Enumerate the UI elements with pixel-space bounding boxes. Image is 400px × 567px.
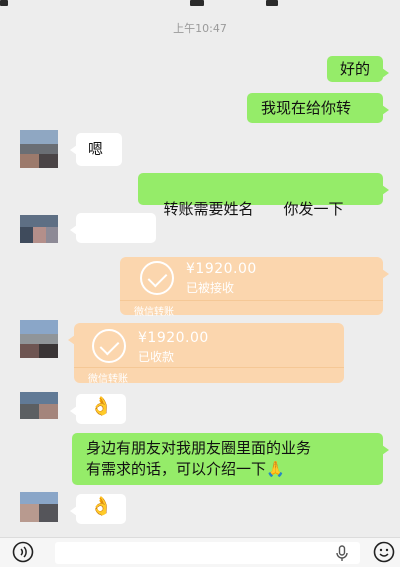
contact-avatar[interactable]: [20, 130, 58, 168]
message-text-line: 身边有朋友对我朋友圈里面的业务: [86, 439, 312, 457]
divider: [120, 300, 383, 301]
contact-avatar[interactable]: [20, 492, 58, 522]
emoji-icon[interactable]: [373, 541, 395, 563]
received-message-bubble[interactable]: 嗯: [70, 133, 122, 166]
message-text: 嗯: [88, 140, 104, 158]
transfer-amount: ¥1920.00: [138, 330, 209, 346]
transfer-status: 已被接收: [186, 281, 235, 295]
check-circle-icon: [140, 261, 174, 295]
message-timestamp: 上午10:47: [173, 22, 227, 35]
sent-message-bubble[interactable]: 我现在给你转: [247, 93, 389, 123]
status-fragment: [0, 0, 8, 6]
contact-avatar[interactable]: [20, 392, 58, 419]
received-message-bubble[interactable]: 👌: [70, 394, 126, 424]
message-text: 好的: [340, 60, 371, 78]
contact-avatar[interactable]: [20, 320, 58, 358]
message-text: 我现在给你转: [261, 99, 352, 117]
message-text-line: 有需求的话，可以介绍一下🙏: [86, 460, 285, 478]
voice-input-icon[interactable]: [12, 541, 34, 563]
sent-message-bubble[interactable]: 好的: [327, 56, 389, 82]
ok-hand-emoji: 👌: [90, 396, 113, 417]
message-input[interactable]: [55, 542, 360, 564]
chat-input-bar: [0, 537, 400, 567]
transfer-card-sent[interactable]: ¥1920.00 已被接收 微信转账: [120, 257, 389, 318]
received-message-bubble[interactable]: [70, 213, 156, 243]
status-fragment: [266, 0, 278, 6]
check-circle-icon: [92, 329, 126, 363]
sent-message-bubble[interactable]: 转账需要姓名 你发一下: [138, 173, 389, 218]
microphone-icon[interactable]: [333, 544, 351, 562]
contact-avatar[interactable]: [20, 215, 58, 243]
pray-emoji: 🙏: [266, 460, 285, 478]
transfer-footer: 微信转账: [134, 307, 174, 318]
received-message-bubble[interactable]: 👌: [70, 494, 126, 524]
divider: [74, 367, 344, 368]
transfer-footer: 微信转账: [88, 374, 128, 385]
sent-message-bubble[interactable]: 身边有朋友对我朋友圈里面的业务 有需求的话，可以介绍一下🙏: [72, 433, 389, 485]
status-bar: [0, 0, 400, 8]
message-text: 转账需要姓名 你发一下: [163, 200, 344, 218]
transfer-card-received[interactable]: ¥1920.00 已收款 微信转账: [68, 323, 344, 385]
transfer-status: 已收款: [138, 350, 175, 364]
status-fragment: [190, 0, 204, 6]
transfer-amount: ¥1920.00: [186, 261, 257, 277]
ok-hand-emoji: 👌: [90, 496, 113, 517]
